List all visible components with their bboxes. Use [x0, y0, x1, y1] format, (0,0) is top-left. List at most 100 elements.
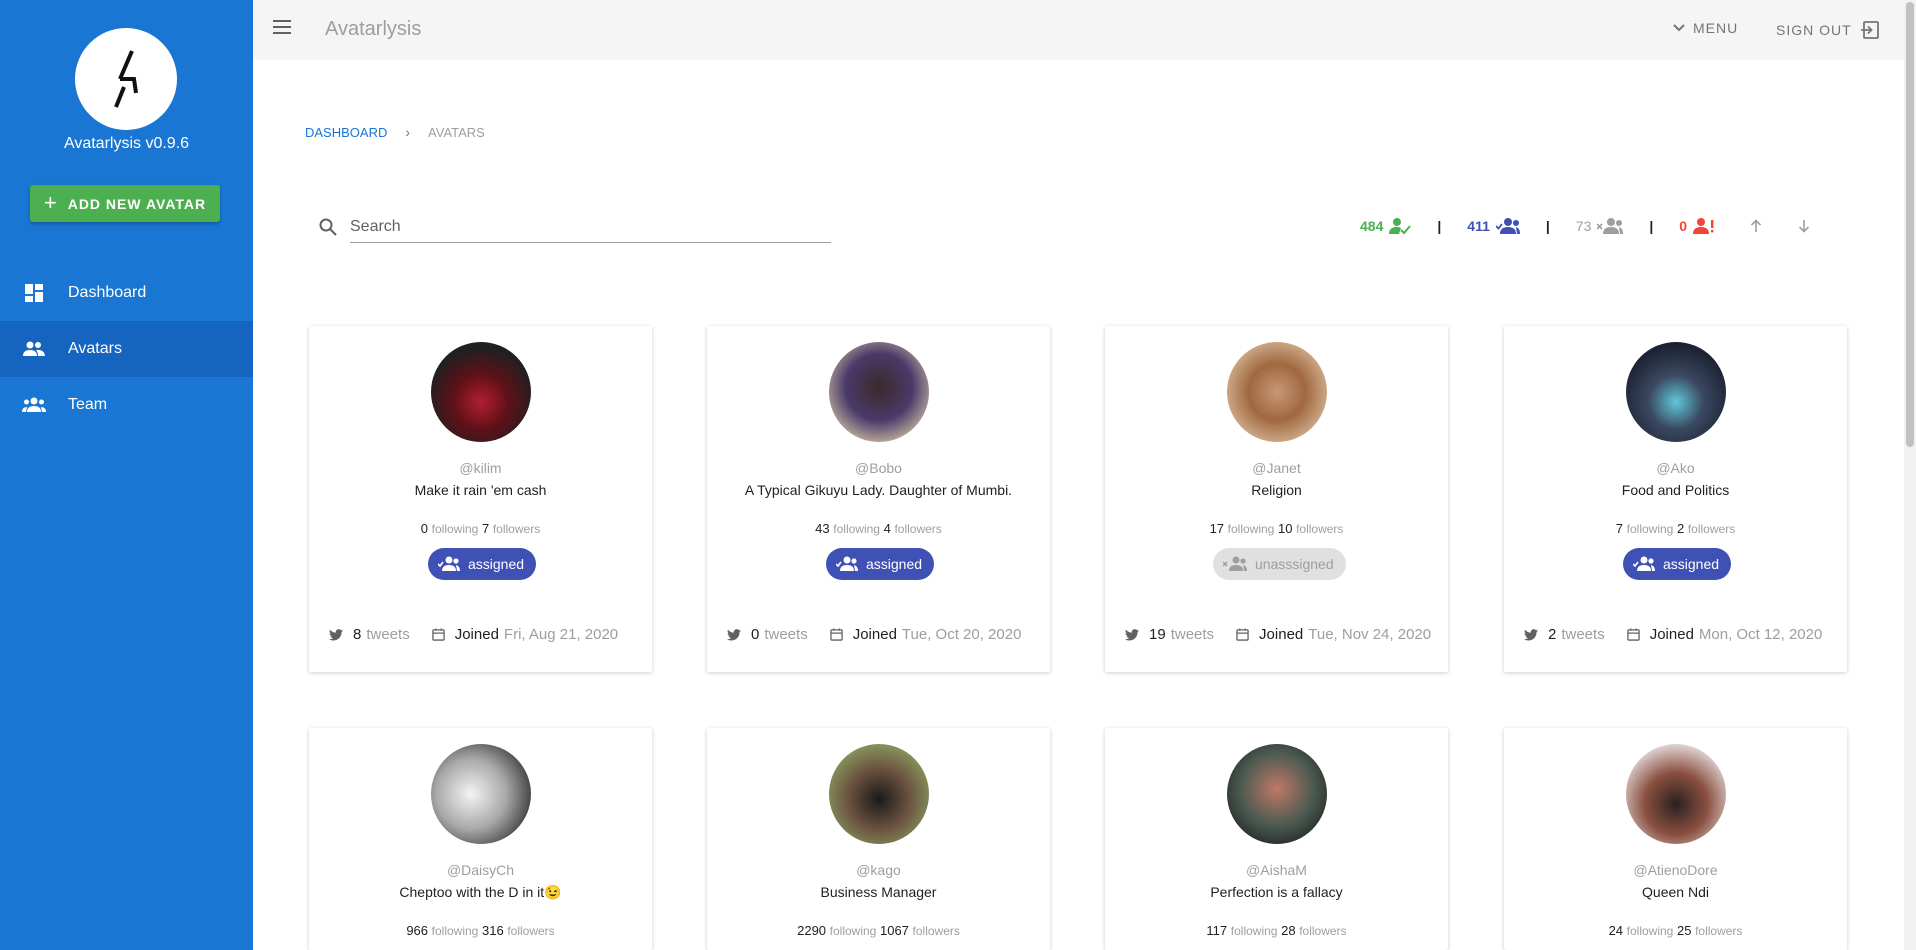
follow-counts: 966 following 316 followers	[309, 923, 652, 938]
flagged-count-value: 0	[1679, 218, 1688, 234]
sidebar: Avatarlysis v0.9.6 + ADD NEW AVATAR Dash…	[0, 0, 253, 950]
tweets-label: tweets	[1561, 626, 1605, 643]
unassigned-group-icon	[1223, 556, 1247, 571]
following-count: 2290	[797, 923, 827, 938]
avatar-handle: @Ako	[1656, 460, 1695, 476]
avatar-handle: @Janet	[1252, 460, 1301, 476]
twitter-icon	[727, 628, 741, 640]
avatar-card[interactable]: @DaisyCh Cheptoo with the D in it😉 966 f…	[309, 728, 652, 950]
status-label: assigned	[866, 556, 923, 572]
avatar-handle: @kilim	[459, 460, 502, 476]
avatar	[1626, 342, 1726, 442]
search-input[interactable]	[350, 211, 831, 243]
stat-separator: |	[1545, 218, 1550, 234]
status-label: assigned	[1663, 556, 1720, 572]
team-icon	[0, 397, 68, 413]
follow-counts: 117 following 28 followers	[1105, 923, 1448, 938]
followers-count: 2	[1676, 521, 1685, 536]
avatar-card[interactable]: @Bobo A Typical Gikuyu Lady. Daughter of…	[707, 326, 1050, 672]
sign-out-label: SIGN OUT	[1776, 22, 1852, 38]
following-label: following	[1626, 924, 1674, 938]
plus-icon: +	[43, 189, 58, 215]
search-bar	[318, 211, 831, 243]
sort-descending-icon[interactable]	[1797, 219, 1811, 233]
page-scrollbar[interactable]	[1904, 0, 1916, 950]
card-footer: 8 tweets Joined Fri, Aug 21, 2020	[329, 626, 618, 643]
tweets-label: tweets	[366, 626, 410, 643]
sidebar-item-label: Avatars	[68, 340, 122, 357]
followers-label: followers	[1695, 924, 1743, 938]
scrollbar-thumb[interactable]	[1906, 2, 1914, 447]
followers-count: 7	[481, 521, 490, 536]
avatar-card[interactable]: @Ako Food and Politics 7 following 2 fol…	[1504, 326, 1847, 672]
avatar	[1227, 744, 1327, 844]
assigned-count[interactable]: 411	[1467, 217, 1520, 235]
status-label: assigned	[468, 556, 525, 572]
calendar-icon	[829, 628, 843, 641]
calendar-icon	[1626, 628, 1640, 641]
avatar-card[interactable]: @Janet Religion 17 following 10 follower…	[1105, 326, 1448, 672]
avatar-bio: Make it rain 'em cash	[414, 482, 547, 498]
avatar-card[interactable]: @kilim Make it rain 'em cash 0 following…	[309, 326, 652, 672]
unassigned-group-icon	[1597, 218, 1624, 234]
person-alert-icon	[1693, 218, 1714, 234]
sidebar-item-team[interactable]: Team	[0, 377, 253, 433]
stat-separator: |	[1437, 218, 1442, 234]
joined-date: Fri, Aug 21, 2020	[503, 626, 619, 643]
avatar-card[interactable]: @AtienoDore Queen Ndi 24 following 25 fo…	[1504, 728, 1847, 950]
add-new-avatar-button[interactable]: + ADD NEW AVATAR	[30, 185, 220, 222]
joined-label: Joined	[852, 626, 897, 643]
following-count: 0	[420, 521, 429, 536]
following-count: 966	[406, 923, 429, 938]
status-badge[interactable]: assigned	[826, 548, 935, 580]
hamburger-menu-icon[interactable]	[273, 20, 291, 34]
card-footer: 0 tweets Joined Tue, Oct 20, 2020	[727, 626, 1021, 643]
stat-separator: |	[1649, 218, 1654, 234]
verified-count[interactable]: 484	[1360, 217, 1412, 235]
followers-count: 4	[883, 521, 891, 536]
followers-label: followers	[492, 522, 541, 536]
avatar-card[interactable]: @AishaM Perfection is a fallacy 117 foll…	[1105, 728, 1448, 950]
search-icon	[319, 218, 337, 236]
assigned-group-icon	[836, 556, 858, 571]
assigned-count-value: 411	[1467, 218, 1490, 234]
sidebar-item-label: Team	[68, 396, 108, 413]
sidebar-item-dashboard[interactable]: Dashboard	[0, 265, 253, 321]
twitter-icon	[1125, 628, 1139, 640]
joined-date: Tue, Nov 24, 2020	[1308, 626, 1432, 643]
followers-label: followers	[894, 522, 942, 536]
avatar	[829, 744, 929, 844]
avatar	[829, 342, 929, 442]
tweets-label: tweets	[1170, 626, 1215, 643]
followers-count: 25	[1676, 923, 1692, 938]
assigned-group-icon	[1495, 218, 1520, 234]
breadcrumb-dashboard-link[interactable]: DASHBOARD	[305, 125, 387, 140]
sidebar-item-avatars[interactable]: Avatars	[0, 321, 253, 377]
followers-count: 28	[1281, 923, 1296, 938]
avatar-bio: A Typical Gikuyu Lady. Daughter of Mumbi…	[744, 482, 1013, 498]
calendar-icon	[431, 628, 445, 641]
avatar-handle: @DaisyCh	[446, 862, 515, 878]
joined-date: Mon, Oct 12, 2020	[1698, 626, 1823, 643]
status-badge[interactable]: assigned	[428, 548, 537, 580]
sign-out-button[interactable]: SIGN OUT	[1776, 20, 1880, 40]
assigned-group-icon	[1633, 556, 1655, 571]
avatar-card[interactable]: @kago Business Manager 2290 following 10…	[707, 728, 1050, 950]
calendar-icon	[1236, 628, 1249, 641]
unassigned-count[interactable]: 73	[1576, 217, 1624, 235]
twitter-icon	[329, 628, 343, 640]
menu-button[interactable]: MENU	[1673, 20, 1738, 36]
flagged-count[interactable]: 0	[1679, 217, 1715, 235]
follow-counts: 24 following 25 followers	[1504, 923, 1847, 938]
status-badge[interactable]: unasssigned	[1213, 548, 1346, 580]
avatar	[1626, 744, 1726, 844]
sort-ascending-icon[interactable]	[1749, 219, 1763, 233]
follow-counts: 0 following 7 followers	[309, 521, 652, 536]
chevron-down-icon	[1673, 24, 1685, 32]
tweet-count: 8	[353, 626, 362, 643]
status-label: unasssigned	[1255, 556, 1334, 572]
status-badge[interactable]: assigned	[1623, 548, 1732, 580]
following-label: following	[431, 522, 479, 536]
avatar-handle: @Bobo	[855, 460, 902, 476]
avatar-bio: Religion	[1251, 482, 1302, 498]
